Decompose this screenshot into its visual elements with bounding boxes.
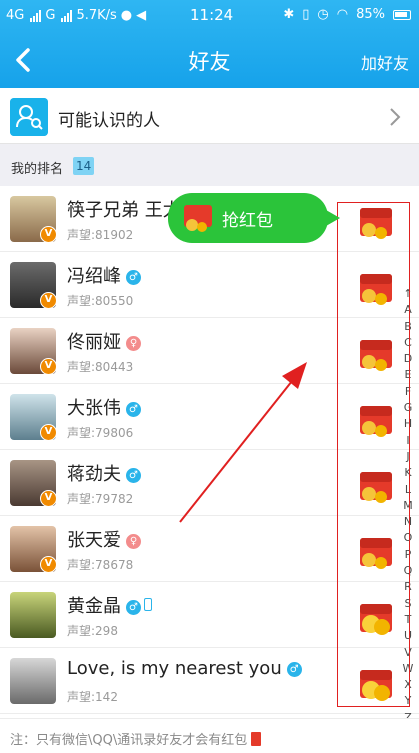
rank-title: 我的排名 [11,162,64,177]
people-search-icon [10,98,48,136]
rank-badge: 14 [73,157,95,175]
verified-badge-icon: V [40,490,57,507]
maybe-know-label: 可能认识的人 [58,111,160,131]
friend-reputation: 声望:142 [67,690,118,704]
friend-reputation: 声望:79782 [67,492,134,506]
male-icon: ♂ [286,662,302,677]
clock: 11:24 [190,6,234,24]
friend-reputation: 声望:79806 [67,426,134,440]
female-icon: ♀ [126,534,141,549]
friend-name: 蒋劲夫 ♂ [67,460,141,486]
chat-icon: ● [120,8,133,23]
signal-icon [30,9,42,22]
verified-badge-icon: V [40,556,57,573]
maybe-know-row[interactable]: 可能认识的人 [0,92,419,144]
verified-badge-icon: V [40,226,57,243]
red-packet-icon [251,732,262,746]
friend-name: 冯绍峰 ♂ [67,262,141,288]
male-icon: ♂ [126,468,141,483]
male-icon: ♂ [126,402,141,417]
signal-icon-2 [61,9,73,22]
friend-name: 黄金晶 ♂ [67,592,152,618]
friend-reputation: 声望:81902 [67,228,134,242]
grab-red-packet-tooltip[interactable]: 抢红包 [168,193,340,243]
friend-name: 张天爱 ♀ [67,526,141,552]
friend-name: 佟丽娅 ♀ [67,328,141,354]
footer-note-text: 注：只有微信\QQ\通讯录好友才会有红包 [10,729,262,748]
friend-name: 大张伟 ♂ [67,394,141,420]
header-bar: 4G G 5.7K/s ● ◀ 11:24 ✱ ▯ ◷ ◠ 85% 好友 加好友 [0,0,419,88]
highlight-box [337,202,410,707]
male-icon: ♂ [126,270,141,285]
verified-badge-icon: V [40,424,57,441]
status-bar: 4G G 5.7K/s ● ◀ 11:24 ✱ ▯ ◷ ◠ 85% [0,0,419,32]
vibrate-icon: ▯ [302,7,310,22]
verified-badge-icon: V [40,358,57,375]
friend-reputation: 声望:78678 [67,558,134,572]
rank-section-header: 我的排名 14 [0,144,419,186]
tooltip-label: 抢红包 [222,211,273,231]
friend-reputation: 声望:80550 [67,294,134,308]
add-friend-button[interactable]: 加好友 [361,50,409,74]
battery-percent: 85% [356,7,385,22]
page-title: 好友 [188,50,231,74]
friend-name: 筷子兄弟 王太 [67,200,181,221]
system-status: ✱ ▯ ◷ ◠ 85% [283,7,411,22]
avatar [10,592,56,638]
friend-reputation: 声望:80443 [67,360,134,374]
female-icon: ♀ [126,336,141,351]
network-type: 4G [6,8,25,23]
battery-icon [393,9,411,20]
footer-note: 注：只有微信\QQ\通讯录好友才会有红包 [0,718,419,753]
male-icon: ♂ [126,600,141,615]
network-speed: 5.7K/s [76,8,117,23]
red-packet-icon [184,205,212,232]
network-status: 4G G 5.7K/s ● ◀ [6,8,146,23]
alarm-icon: ◷ [317,7,329,22]
bluetooth-icon: ✱ [283,7,295,22]
verified-badge-icon: V [40,292,57,309]
avatar [10,658,56,704]
wifi-icon: ◠ [336,7,349,22]
volume-icon: ◀ [136,8,147,23]
carrier-type: G [45,8,56,23]
phone-icon [144,598,152,611]
friend-reputation: 声望:298 [67,624,118,638]
friend-name: Love, is my nearest you ♂ [67,658,302,679]
chevron-right-icon [390,108,401,126]
